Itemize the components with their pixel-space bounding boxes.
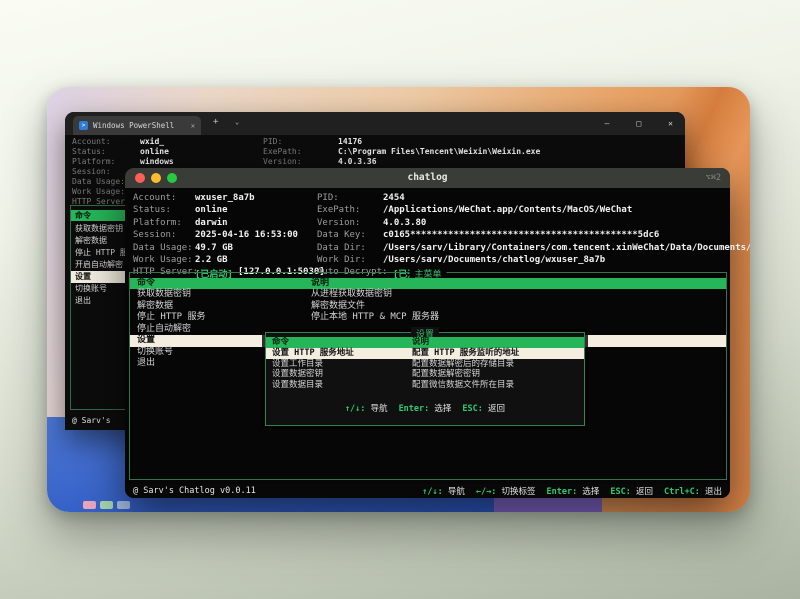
ps-status-label: Status: <box>72 147 106 157</box>
session-label: Session: <box>133 230 176 240</box>
ps-account-value: wxid_ <box>140 137 164 147</box>
settings-popup-hints: ↑/↓: 导航 Enter: 选择 ESC: 返回 <box>266 402 584 414</box>
settings-col-desc: 说明 <box>412 337 429 348</box>
window-shortcut-badge: ⌥⌘2 <box>706 173 721 183</box>
new-tab-button[interactable]: + <box>213 117 218 127</box>
ps-statusbar-text: @ Sarv's <box>72 416 111 426</box>
main-menu-row[interactable]: 停止 HTTP 服务 停止本地 HTTP & MCP 服务器 <box>130 312 726 324</box>
tab-title: Windows PowerShell <box>93 121 174 130</box>
data-dir-value: /Users/sarv/Library/Containers/com.tence… <box>383 243 750 253</box>
statusbar-app-version: @ Sarv's Chatlog v0.0.11 <box>133 486 256 496</box>
tab-windows-powershell[interactable]: > Windows PowerShell ✕ <box>73 116 201 135</box>
tab-close-icon[interactable]: ✕ <box>191 122 195 130</box>
work-usage-value: 2.2 GB <box>195 255 228 265</box>
data-key-value: c0165***********************************… <box>383 230 659 240</box>
data-usage-value: 49.7 GB <box>195 243 233 253</box>
settings-popup: 设置 命令 说明 设置 HTTP 服务地址 配置 HTTP 服务监听的地址 设置… <box>265 332 585 426</box>
status-value: online <box>195 205 228 215</box>
chatlog-titlebar[interactable]: chatlog ⌥⌘2 <box>125 168 730 188</box>
statusbar-hints: ↑/↓: 导航 ←/→: 切换标签 Enter: 选择 ESC: 返回 Ctrl… <box>422 485 722 497</box>
powershell-titlebar: > Windows PowerShell ✕ + ⌄ — □ ✕ <box>65 112 685 135</box>
settings-col-cmd: 命令 <box>272 337 289 348</box>
window-title: chatlog <box>125 172 730 183</box>
work-dir-value: /Users/sarv/Documents/chatlog/wxuser_8a7… <box>383 255 605 265</box>
settings-row-selected[interactable]: 设置 HTTP 服务地址 配置 HTTP 服务监听的地址 <box>266 348 584 359</box>
exepath-value: /Applications/WeChat.app/Contents/MacOS/… <box>383 205 632 215</box>
wallpaper-stripe <box>117 501 130 509</box>
settings-row[interactable]: 设置数据密钥 配置数据解密密钥 <box>266 369 584 380</box>
data-key-label: Data Key: <box>317 230 366 240</box>
close-button[interactable]: ✕ <box>668 119 673 128</box>
account-value: wxuser_8a7b <box>195 193 255 203</box>
ps-version-label: Version: <box>263 157 302 167</box>
data-usage-label: Data Usage: <box>133 243 193 253</box>
work-dir-label: Work Dir: <box>317 255 366 265</box>
work-usage-label: Work Usage: <box>133 255 193 265</box>
pid-value: 2454 <box>383 193 405 203</box>
chatlog-window: chatlog ⌥⌘2 Account: wxuser_8a7b PID: 24… <box>125 168 730 498</box>
ps-version-value: 4.0.3.36 <box>338 157 377 167</box>
exepath-label: ExePath: <box>317 205 360 215</box>
ps-platform-value: windows <box>140 157 174 167</box>
ps-pid-label: PID: <box>263 137 282 147</box>
ps-work-usage-label: Work Usage: <box>72 187 125 197</box>
version-label: Version: <box>317 218 360 228</box>
wallpaper-stripe <box>100 501 113 509</box>
tab-dropdown-icon[interactable]: ⌄ <box>235 118 239 126</box>
data-dir-label: Data Dir: <box>317 243 366 253</box>
version-value: 4.0.3.80 <box>383 218 426 228</box>
main-menu-col-cmd: 命令 <box>137 278 155 289</box>
settings-row[interactable]: 设置工作目录 配置数据解密后的存储目录 <box>266 359 584 370</box>
platform-value: darwin <box>195 218 228 228</box>
chatlog-statusbar: @ Sarv's Chatlog v0.0.11 ↑/↓: 导航 ←/→: 切换… <box>125 484 730 498</box>
ps-pid-value: 14176 <box>338 137 362 147</box>
ps-account-label: Account: <box>72 137 111 147</box>
main-menu-header-row: 命令 说明 <box>130 278 726 289</box>
powershell-icon: > <box>79 121 88 130</box>
account-label: Account: <box>133 193 176 203</box>
session-value: 2025-04-16 16:53:00 <box>195 230 298 240</box>
pid-label: PID: <box>317 193 339 203</box>
ps-platform-label: Platform: <box>72 157 115 167</box>
minimize-button[interactable]: — <box>605 119 610 128</box>
main-menu-row[interactable]: 解密数据 解密数据文件 <box>130 301 726 313</box>
ps-exepath-label: ExePath: <box>263 147 302 157</box>
ps-exepath-value: C:\Program Files\Tencent\Weixin\Weixin.e… <box>338 147 540 157</box>
maximize-button[interactable]: □ <box>636 119 641 128</box>
chatlog-content: Account: wxuser_8a7b PID: 2454 Status: o… <box>125 188 730 484</box>
ps-session-label: Session: <box>72 167 111 177</box>
status-label: Status: <box>133 205 171 215</box>
main-menu-col-desc: 说明 <box>311 278 329 289</box>
ps-data-usage-label: Data Usage: <box>72 177 125 187</box>
settings-header-row: 命令 说明 <box>266 337 584 348</box>
wallpaper-stripe <box>83 501 96 509</box>
platform-label: Platform: <box>133 218 182 228</box>
settings-row[interactable]: 设置数据目录 配置微信数据文件所在目录 <box>266 380 584 391</box>
ps-status-value: online <box>140 147 169 157</box>
main-menu-row[interactable]: 获取数据密钥 从进程获取数据密钥 <box>130 289 726 301</box>
desktop-screenshot-card: > Windows PowerShell ✕ + ⌄ — □ ✕ Account… <box>47 87 750 512</box>
